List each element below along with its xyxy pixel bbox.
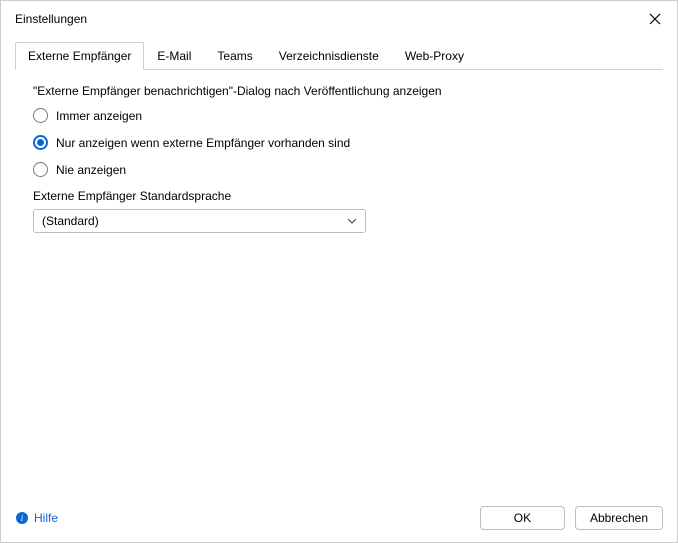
ok-button[interactable]: OK (480, 506, 565, 530)
dialog-footer: i Hilfe OK Abbrechen (1, 496, 677, 542)
radio-icon (33, 162, 48, 177)
language-label: Externe Empfänger Standardsprache (33, 189, 645, 203)
radio-icon (33, 108, 48, 123)
tab-web-proxy[interactable]: Web-Proxy (392, 42, 477, 70)
help-icon: i (15, 511, 29, 525)
chevron-down-icon (347, 216, 357, 226)
tab-verzeichnisdienste[interactable]: Verzeichnisdienste (266, 42, 392, 70)
close-icon (649, 13, 661, 25)
tab-email[interactable]: E-Mail (144, 42, 204, 70)
dialog-buttons: OK Abbrechen (480, 506, 663, 530)
radio-immer-anzeigen[interactable]: Immer anzeigen (33, 108, 645, 123)
button-label: Abbrechen (590, 511, 648, 525)
language-select[interactable]: (Standard) (33, 209, 366, 233)
tab-label: E-Mail (157, 49, 191, 63)
tab-teams[interactable]: Teams (204, 42, 265, 70)
radio-nur-anzeigen-extern[interactable]: Nur anzeigen wenn externe Empfänger vorh… (33, 135, 645, 150)
tab-panel: "Externe Empfänger benachrichtigen"-Dial… (15, 70, 663, 496)
tab-label: Web-Proxy (405, 49, 464, 63)
window-title: Einstellungen (15, 12, 87, 26)
radio-label: Nur anzeigen wenn externe Empfänger vorh… (56, 136, 350, 150)
cancel-button[interactable]: Abbrechen (575, 506, 663, 530)
close-button[interactable] (643, 7, 667, 31)
radio-nie-anzeigen[interactable]: Nie anzeigen (33, 162, 645, 177)
titlebar: Einstellungen (1, 1, 677, 35)
tab-label: Verzeichnisdienste (279, 49, 379, 63)
tab-externe-empfaenger[interactable]: Externe Empfänger (15, 42, 144, 70)
settings-dialog: Einstellungen Externe Empfänger E-Mail T… (0, 0, 678, 543)
help-link[interactable]: i Hilfe (15, 511, 58, 525)
radio-label: Nie anzeigen (56, 163, 126, 177)
section-heading: "Externe Empfänger benachrichtigen"-Dial… (33, 84, 645, 98)
dialog-content: Externe Empfänger E-Mail Teams Verzeichn… (1, 35, 677, 496)
select-value: (Standard) (42, 214, 99, 228)
button-label: OK (514, 511, 531, 525)
help-label: Hilfe (34, 511, 58, 525)
tab-label: Externe Empfänger (28, 49, 131, 63)
radio-icon (33, 135, 48, 150)
tabs: Externe Empfänger E-Mail Teams Verzeichn… (15, 41, 663, 70)
tab-label: Teams (217, 49, 252, 63)
radio-label: Immer anzeigen (56, 109, 142, 123)
